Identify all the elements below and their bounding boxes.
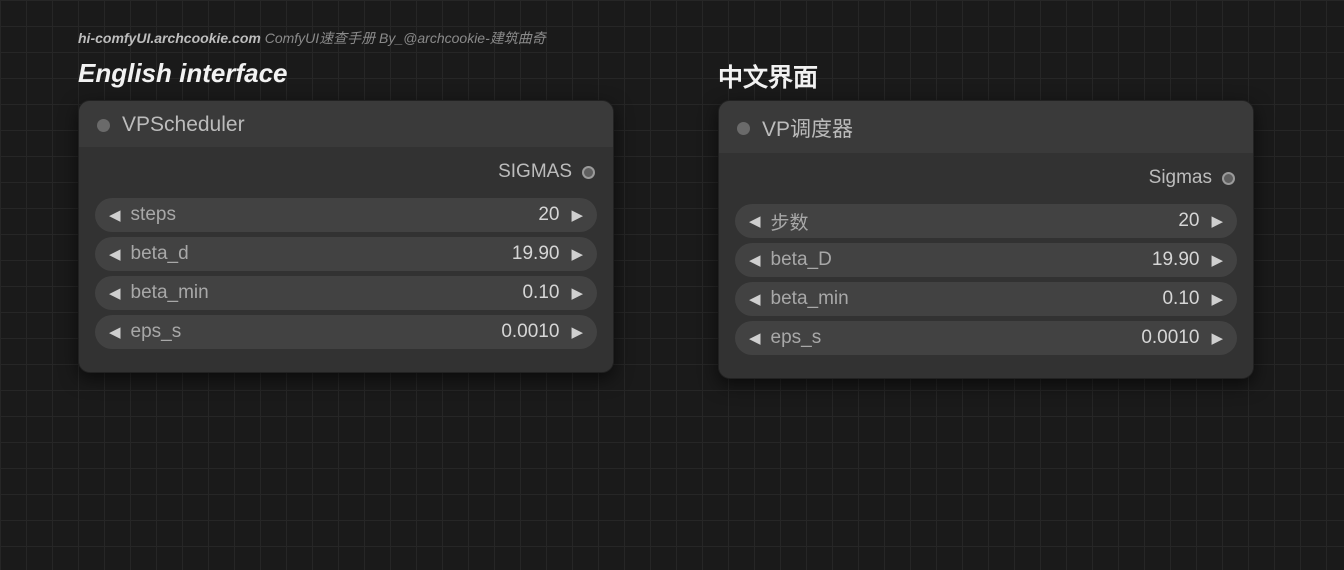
heading-english: English interface: [78, 58, 288, 89]
param-label: beta_min: [771, 288, 849, 310]
heading-chinese: 中文界面: [718, 58, 818, 94]
param-beta-d[interactable]: ◀ beta_D 19.90 ▶: [735, 243, 1237, 277]
watermark-url: hi-comfyUI.archcookie.com: [78, 30, 261, 46]
node-vpscheduler-cn[interactable]: VP调度器 Sigmas ◀ 步数 20 ▶ ◀ beta_D 19.90 ▶ …: [718, 100, 1254, 379]
node-header[interactable]: VPScheduler: [79, 101, 613, 147]
watermark-subtitle: ComfyUI速查手册 By_@archcookie-建筑曲奇: [261, 30, 546, 46]
chevron-left-icon[interactable]: ◀: [745, 290, 765, 308]
param-beta-min[interactable]: ◀ beta_min 0.10 ▶: [735, 282, 1237, 316]
param-label: eps_s: [131, 321, 182, 343]
param-value[interactable]: 0.0010: [821, 327, 1199, 349]
param-steps[interactable]: ◀ steps 20 ▶: [95, 198, 597, 232]
output-port-icon[interactable]: [582, 166, 595, 179]
param-eps-s[interactable]: ◀ eps_s 0.0010 ▶: [735, 321, 1237, 355]
collapse-dot-icon[interactable]: [737, 122, 750, 135]
param-label: steps: [131, 204, 176, 226]
param-eps-s[interactable]: ◀ eps_s 0.0010 ▶: [95, 315, 597, 349]
param-beta-min[interactable]: ◀ beta_min 0.10 ▶: [95, 276, 597, 310]
param-value[interactable]: 0.10: [849, 288, 1200, 310]
param-value[interactable]: 19.90: [189, 243, 560, 265]
param-value[interactable]: 0.10: [209, 282, 560, 304]
chevron-left-icon[interactable]: ◀: [745, 329, 765, 347]
chevron-right-icon[interactable]: ▶: [567, 206, 587, 224]
node-title: VPScheduler: [122, 113, 245, 137]
chevron-right-icon[interactable]: ▶: [1207, 290, 1227, 308]
chevron-right-icon[interactable]: ▶: [1207, 329, 1227, 347]
param-label: beta_min: [131, 282, 209, 304]
node-title: VP调度器: [762, 113, 853, 143]
param-value[interactable]: 20: [809, 210, 1200, 232]
node-vpscheduler-en[interactable]: VPScheduler SIGMAS ◀ steps 20 ▶ ◀ beta_d…: [78, 100, 614, 373]
output-row: Sigmas: [735, 163, 1237, 199]
param-label: beta_D: [771, 249, 832, 271]
param-beta-d[interactable]: ◀ beta_d 19.90 ▶: [95, 237, 597, 271]
param-value[interactable]: 0.0010: [181, 321, 559, 343]
chevron-right-icon[interactable]: ▶: [567, 245, 587, 263]
param-value[interactable]: 20: [176, 204, 559, 226]
output-label: SIGMAS: [498, 161, 572, 183]
chevron-left-icon[interactable]: ◀: [105, 245, 125, 263]
collapse-dot-icon[interactable]: [97, 119, 110, 132]
chevron-left-icon[interactable]: ◀: [745, 212, 765, 230]
node-body: SIGMAS ◀ steps 20 ▶ ◀ beta_d 19.90 ▶ ◀ b…: [79, 147, 613, 372]
chevron-left-icon[interactable]: ◀: [105, 323, 125, 341]
param-steps[interactable]: ◀ 步数 20 ▶: [735, 204, 1237, 238]
watermark: hi-comfyUI.archcookie.com ComfyUI速查手册 By…: [78, 28, 546, 48]
chevron-right-icon[interactable]: ▶: [567, 323, 587, 341]
node-body: Sigmas ◀ 步数 20 ▶ ◀ beta_D 19.90 ▶ ◀ beta…: [719, 153, 1253, 378]
param-value[interactable]: 19.90: [832, 249, 1200, 271]
chevron-right-icon[interactable]: ▶: [567, 284, 587, 302]
node-header[interactable]: VP调度器: [719, 101, 1253, 153]
chevron-left-icon[interactable]: ◀: [105, 206, 125, 224]
output-row: SIGMAS: [95, 157, 597, 193]
chevron-right-icon[interactable]: ▶: [1207, 212, 1227, 230]
param-label: 步数: [771, 208, 809, 235]
param-label: eps_s: [771, 327, 822, 349]
output-port-icon[interactable]: [1222, 172, 1235, 185]
chevron-left-icon[interactable]: ◀: [745, 251, 765, 269]
output-label: Sigmas: [1149, 167, 1212, 189]
param-label: beta_d: [131, 243, 189, 265]
chevron-right-icon[interactable]: ▶: [1207, 251, 1227, 269]
chevron-left-icon[interactable]: ◀: [105, 284, 125, 302]
